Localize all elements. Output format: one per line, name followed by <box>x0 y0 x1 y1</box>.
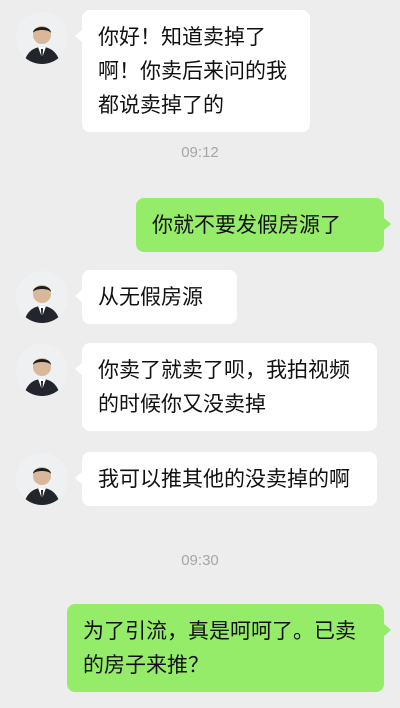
outgoing-message-bubble[interactable]: 你就不要发假房源了 <box>136 198 391 252</box>
contact-avatar[interactable] <box>16 453 68 505</box>
message-text: 从无假房源 <box>98 285 203 309</box>
outgoing-message-bubble[interactable]: 为了引流，真是呵呵了。已卖的房子来推？ <box>67 604 391 692</box>
message-text: 我可以推其他的没卖掉的啊 <box>98 467 350 491</box>
person-avatar-icon <box>16 271 68 323</box>
contact-avatar[interactable] <box>16 12 68 64</box>
chat-history[interactable]: 你好！知道卖掉了啊！你卖后来问的我都说卖掉了的 09:12 你就不要发假房源了 … <box>0 0 400 708</box>
person-avatar-icon <box>16 12 68 64</box>
message-text: 为了引流，真是呵呵了。已卖的房子来推？ <box>83 619 356 677</box>
contact-avatar[interactable] <box>16 344 68 396</box>
incoming-message-bubble[interactable]: 从无假房源 <box>75 270 237 324</box>
message-text: 你好！知道卖掉了啊！你卖后来问的我都说卖掉了的 <box>98 25 287 117</box>
incoming-message-bubble[interactable]: 我可以推其他的没卖掉的啊 <box>75 452 377 506</box>
message-text: 你卖了就卖了呗，我拍视频的时候你又没卖掉 <box>98 358 350 416</box>
person-avatar-icon <box>16 344 68 396</box>
contact-avatar[interactable] <box>16 271 68 323</box>
incoming-message-bubble[interactable]: 你好！知道卖掉了啊！你卖后来问的我都说卖掉了的 <box>75 10 310 132</box>
message-text: 你就不要发假房源了 <box>152 213 341 237</box>
timestamp: 09:12 <box>181 144 219 161</box>
person-avatar-icon <box>16 453 68 505</box>
incoming-message-bubble[interactable]: 你卖了就卖了呗，我拍视频的时候你又没卖掉 <box>75 343 377 431</box>
timestamp: 09:30 <box>181 552 219 569</box>
